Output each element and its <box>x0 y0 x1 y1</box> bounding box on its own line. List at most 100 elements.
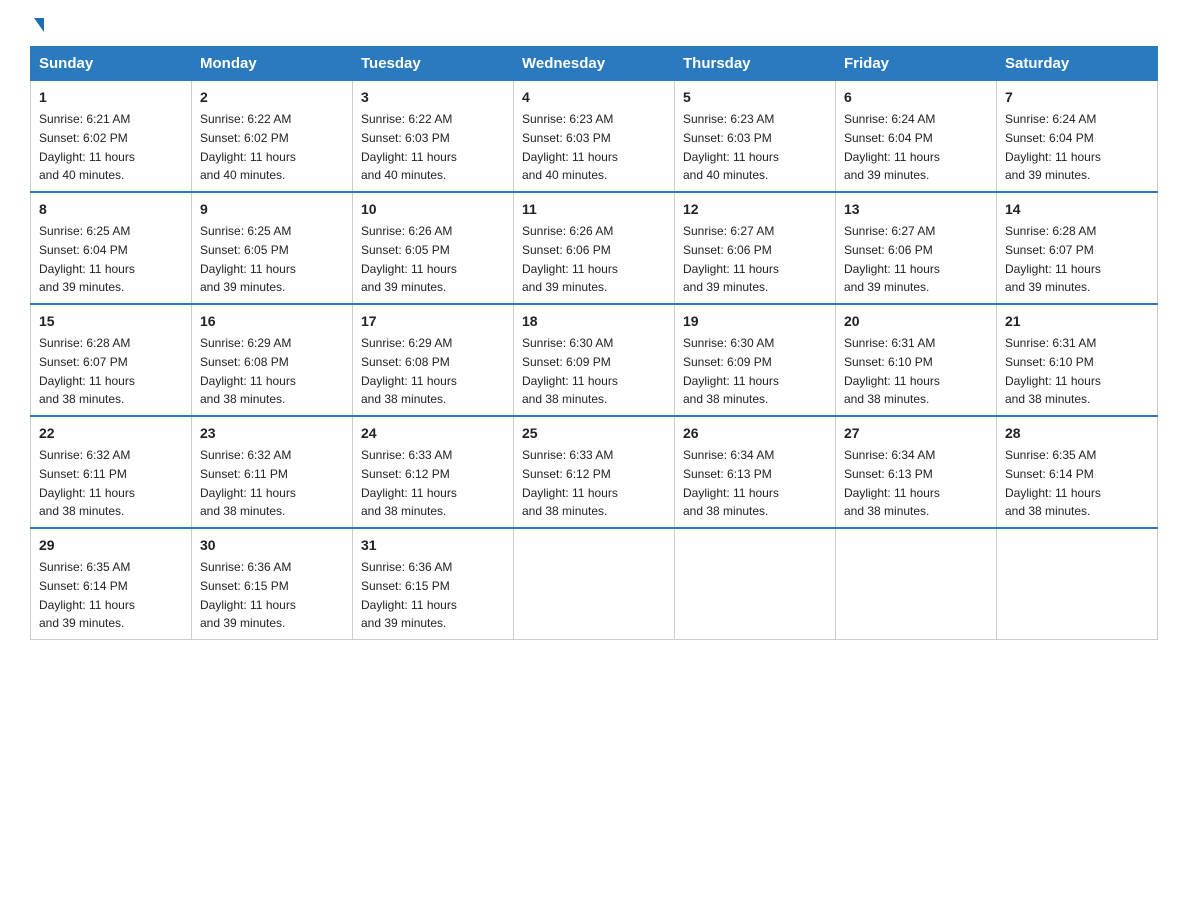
day-number: 12 <box>683 199 827 220</box>
cell-info: Sunrise: 6:34 AMSunset: 6:13 PMDaylight:… <box>844 448 940 518</box>
calendar-cell: 14 Sunrise: 6:28 AMSunset: 6:07 PMDaylig… <box>997 192 1158 304</box>
cell-info: Sunrise: 6:33 AMSunset: 6:12 PMDaylight:… <box>522 448 618 518</box>
day-number: 28 <box>1005 423 1149 444</box>
day-number: 5 <box>683 87 827 108</box>
cell-info: Sunrise: 6:30 AMSunset: 6:09 PMDaylight:… <box>683 336 779 406</box>
cell-info: Sunrise: 6:32 AMSunset: 6:11 PMDaylight:… <box>39 448 135 518</box>
column-header-friday: Friday <box>836 47 997 81</box>
calendar-week-row: 22 Sunrise: 6:32 AMSunset: 6:11 PMDaylig… <box>31 416 1158 528</box>
cell-info: Sunrise: 6:28 AMSunset: 6:07 PMDaylight:… <box>39 336 135 406</box>
day-number: 15 <box>39 311 183 332</box>
day-number: 11 <box>522 199 666 220</box>
calendar-cell: 29 Sunrise: 6:35 AMSunset: 6:14 PMDaylig… <box>31 528 192 640</box>
calendar-cell: 31 Sunrise: 6:36 AMSunset: 6:15 PMDaylig… <box>353 528 514 640</box>
calendar-cell: 18 Sunrise: 6:30 AMSunset: 6:09 PMDaylig… <box>514 304 675 416</box>
column-header-thursday: Thursday <box>675 47 836 81</box>
cell-info: Sunrise: 6:25 AMSunset: 6:05 PMDaylight:… <box>200 224 296 294</box>
calendar-cell <box>836 528 997 640</box>
day-number: 20 <box>844 311 988 332</box>
cell-info: Sunrise: 6:31 AMSunset: 6:10 PMDaylight:… <box>1005 336 1101 406</box>
logo <box>30 20 44 28</box>
calendar-cell: 8 Sunrise: 6:25 AMSunset: 6:04 PMDayligh… <box>31 192 192 304</box>
day-number: 24 <box>361 423 505 444</box>
day-number: 22 <box>39 423 183 444</box>
cell-info: Sunrise: 6:24 AMSunset: 6:04 PMDaylight:… <box>1005 112 1101 182</box>
calendar-cell: 22 Sunrise: 6:32 AMSunset: 6:11 PMDaylig… <box>31 416 192 528</box>
cell-info: Sunrise: 6:27 AMSunset: 6:06 PMDaylight:… <box>844 224 940 294</box>
day-number: 9 <box>200 199 344 220</box>
calendar-week-row: 8 Sunrise: 6:25 AMSunset: 6:04 PMDayligh… <box>31 192 1158 304</box>
calendar-cell: 3 Sunrise: 6:22 AMSunset: 6:03 PMDayligh… <box>353 81 514 193</box>
day-number: 14 <box>1005 199 1149 220</box>
calendar-cell: 7 Sunrise: 6:24 AMSunset: 6:04 PMDayligh… <box>997 81 1158 193</box>
day-number: 10 <box>361 199 505 220</box>
logo-triangle-icon <box>34 18 44 32</box>
cell-info: Sunrise: 6:26 AMSunset: 6:06 PMDaylight:… <box>522 224 618 294</box>
cell-info: Sunrise: 6:29 AMSunset: 6:08 PMDaylight:… <box>361 336 457 406</box>
day-number: 27 <box>844 423 988 444</box>
calendar-cell: 1 Sunrise: 6:21 AMSunset: 6:02 PMDayligh… <box>31 81 192 193</box>
column-header-saturday: Saturday <box>997 47 1158 81</box>
cell-info: Sunrise: 6:34 AMSunset: 6:13 PMDaylight:… <box>683 448 779 518</box>
cell-info: Sunrise: 6:21 AMSunset: 6:02 PMDaylight:… <box>39 112 135 182</box>
day-number: 18 <box>522 311 666 332</box>
calendar-cell: 27 Sunrise: 6:34 AMSunset: 6:13 PMDaylig… <box>836 416 997 528</box>
cell-info: Sunrise: 6:28 AMSunset: 6:07 PMDaylight:… <box>1005 224 1101 294</box>
cell-info: Sunrise: 6:23 AMSunset: 6:03 PMDaylight:… <box>683 112 779 182</box>
day-number: 25 <box>522 423 666 444</box>
day-number: 3 <box>361 87 505 108</box>
day-number: 13 <box>844 199 988 220</box>
cell-info: Sunrise: 6:23 AMSunset: 6:03 PMDaylight:… <box>522 112 618 182</box>
day-number: 7 <box>1005 87 1149 108</box>
calendar-cell: 19 Sunrise: 6:30 AMSunset: 6:09 PMDaylig… <box>675 304 836 416</box>
cell-info: Sunrise: 6:27 AMSunset: 6:06 PMDaylight:… <box>683 224 779 294</box>
day-number: 29 <box>39 535 183 556</box>
calendar-cell: 15 Sunrise: 6:28 AMSunset: 6:07 PMDaylig… <box>31 304 192 416</box>
calendar-cell <box>997 528 1158 640</box>
cell-info: Sunrise: 6:22 AMSunset: 6:02 PMDaylight:… <box>200 112 296 182</box>
cell-info: Sunrise: 6:29 AMSunset: 6:08 PMDaylight:… <box>200 336 296 406</box>
calendar-cell: 21 Sunrise: 6:31 AMSunset: 6:10 PMDaylig… <box>997 304 1158 416</box>
cell-info: Sunrise: 6:24 AMSunset: 6:04 PMDaylight:… <box>844 112 940 182</box>
column-header-monday: Monday <box>192 47 353 81</box>
day-number: 1 <box>39 87 183 108</box>
cell-info: Sunrise: 6:32 AMSunset: 6:11 PMDaylight:… <box>200 448 296 518</box>
calendar-cell: 4 Sunrise: 6:23 AMSunset: 6:03 PMDayligh… <box>514 81 675 193</box>
calendar-table: SundayMondayTuesdayWednesdayThursdayFrid… <box>30 46 1158 640</box>
column-header-sunday: Sunday <box>31 47 192 81</box>
cell-info: Sunrise: 6:36 AMSunset: 6:15 PMDaylight:… <box>200 560 296 630</box>
calendar-cell: 10 Sunrise: 6:26 AMSunset: 6:05 PMDaylig… <box>353 192 514 304</box>
day-number: 2 <box>200 87 344 108</box>
cell-info: Sunrise: 6:31 AMSunset: 6:10 PMDaylight:… <box>844 336 940 406</box>
day-number: 19 <box>683 311 827 332</box>
day-number: 30 <box>200 535 344 556</box>
calendar-cell: 5 Sunrise: 6:23 AMSunset: 6:03 PMDayligh… <box>675 81 836 193</box>
calendar-cell <box>675 528 836 640</box>
calendar-cell: 12 Sunrise: 6:27 AMSunset: 6:06 PMDaylig… <box>675 192 836 304</box>
calendar-cell: 30 Sunrise: 6:36 AMSunset: 6:15 PMDaylig… <box>192 528 353 640</box>
calendar-week-row: 15 Sunrise: 6:28 AMSunset: 6:07 PMDaylig… <box>31 304 1158 416</box>
cell-info: Sunrise: 6:30 AMSunset: 6:09 PMDaylight:… <box>522 336 618 406</box>
page-header <box>30 20 1158 28</box>
calendar-cell: 26 Sunrise: 6:34 AMSunset: 6:13 PMDaylig… <box>675 416 836 528</box>
cell-info: Sunrise: 6:26 AMSunset: 6:05 PMDaylight:… <box>361 224 457 294</box>
day-number: 4 <box>522 87 666 108</box>
column-header-wednesday: Wednesday <box>514 47 675 81</box>
column-header-tuesday: Tuesday <box>353 47 514 81</box>
day-number: 16 <box>200 311 344 332</box>
calendar-cell: 28 Sunrise: 6:35 AMSunset: 6:14 PMDaylig… <box>997 416 1158 528</box>
calendar-cell: 16 Sunrise: 6:29 AMSunset: 6:08 PMDaylig… <box>192 304 353 416</box>
calendar-cell: 9 Sunrise: 6:25 AMSunset: 6:05 PMDayligh… <box>192 192 353 304</box>
cell-info: Sunrise: 6:36 AMSunset: 6:15 PMDaylight:… <box>361 560 457 630</box>
logo-top <box>30 20 44 32</box>
calendar-week-row: 1 Sunrise: 6:21 AMSunset: 6:02 PMDayligh… <box>31 81 1158 193</box>
calendar-cell: 24 Sunrise: 6:33 AMSunset: 6:12 PMDaylig… <box>353 416 514 528</box>
calendar-week-row: 29 Sunrise: 6:35 AMSunset: 6:14 PMDaylig… <box>31 528 1158 640</box>
calendar-cell <box>514 528 675 640</box>
day-number: 23 <box>200 423 344 444</box>
day-number: 6 <box>844 87 988 108</box>
calendar-cell: 23 Sunrise: 6:32 AMSunset: 6:11 PMDaylig… <box>192 416 353 528</box>
calendar-cell: 13 Sunrise: 6:27 AMSunset: 6:06 PMDaylig… <box>836 192 997 304</box>
calendar-cell: 2 Sunrise: 6:22 AMSunset: 6:02 PMDayligh… <box>192 81 353 193</box>
day-number: 17 <box>361 311 505 332</box>
